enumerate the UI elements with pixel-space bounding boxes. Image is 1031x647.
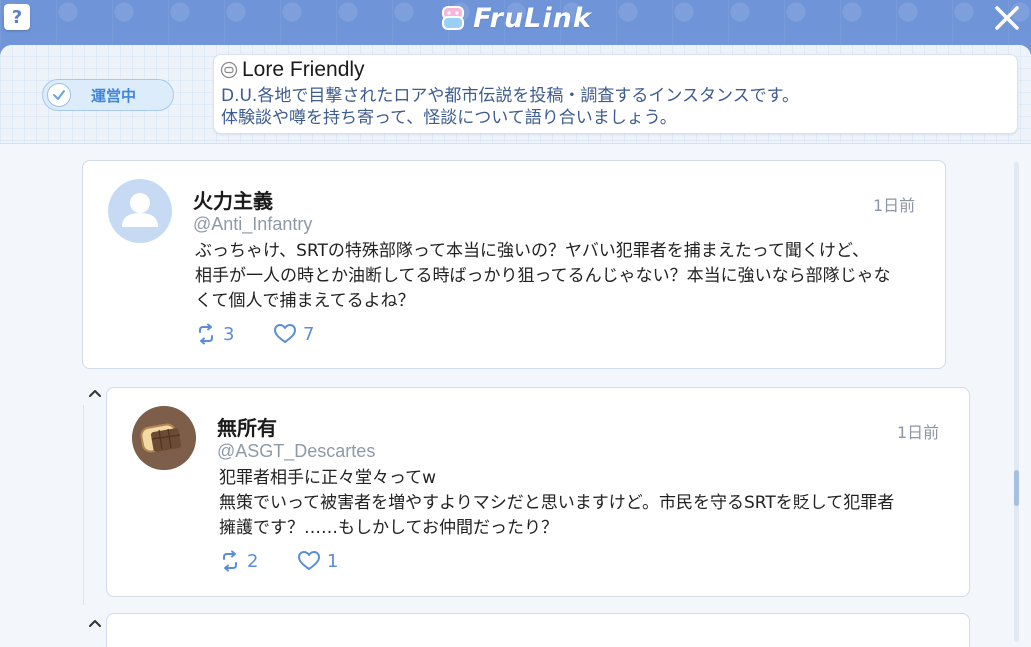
like-button[interactable]: 1 — [297, 550, 338, 572]
avatar[interactable] — [132, 406, 196, 470]
post-body-line: ぶっちゃけ、SRTの特殊部隊って本当に強いの？ヤバい犯罪者を捕まえたって聞くけど… — [195, 241, 870, 261]
post-card[interactable]: 火力主義 @Anti_Infantry 1日前 ぶっちゃけ、SRTの特殊部隊って… — [82, 160, 946, 369]
heart-icon — [298, 551, 320, 570]
chevron-up-icon — [89, 620, 101, 627]
default-user-icon — [122, 193, 158, 227]
post-feed[interactable]: 火力主義 @Anti_Infantry 1日前 ぶっちゃけ、SRTの特殊部隊って… — [0, 143, 1031, 647]
instance-header: 運営中 Lore Friendly D.U.各地で目撃されたロアや都市伝説を投稿… — [0, 45, 1031, 144]
post-time: 1日前 — [873, 196, 916, 215]
scrollbar-thumb[interactable] — [1014, 470, 1019, 506]
avatar[interactable] — [108, 179, 172, 243]
chevron-up-icon — [89, 390, 101, 397]
post-time: 1日前 — [897, 423, 940, 442]
post-body-line: 擁護です？……もしかしてお仲間だったり？ — [219, 518, 558, 538]
avatar-image — [132, 406, 196, 470]
post-body-line: 相手が一人の時とか油断してる時ばっかり狙ってるんじゃない？本当に強いなら部隊じゃ… — [195, 266, 891, 286]
repost-button[interactable]: 3 — [195, 323, 234, 345]
post-body-line: 犯罪者相手に正々堂々ってw — [219, 468, 437, 488]
app-title: FruLink — [473, 2, 592, 34]
status-badge: 運営中 — [42, 79, 174, 111]
repost-icon — [199, 323, 213, 345]
like-button[interactable]: 7 — [273, 323, 314, 345]
post-handle[interactable]: @ASGT_Descartes — [217, 441, 375, 462]
post-handle[interactable]: @Anti_Infantry — [193, 214, 312, 235]
status-label: 運営中 — [91, 86, 137, 105]
collapse-thread-button[interactable] — [86, 386, 104, 400]
check-circle-icon — [47, 83, 71, 107]
close-icon[interactable] — [991, 2, 1023, 34]
post-author[interactable]: 火力主義 — [193, 185, 273, 214]
thread-line — [83, 405, 84, 605]
like-count: 7 — [303, 323, 315, 345]
collapse-thread-button[interactable] — [86, 616, 104, 630]
chat-bubble-icon — [220, 61, 238, 79]
scrollbar-track[interactable] — [1014, 162, 1019, 642]
like-count: 1 — [327, 550, 339, 572]
instance-info-card: Lore Friendly D.U.各地で目撃されたロアや都市伝説を投稿・調査す… — [213, 54, 1018, 134]
app-brand: FruLink — [0, 0, 1031, 36]
instance-desc-line: 体験談や噂を持ち寄って、怪談について語り合いましょう。 — [221, 108, 677, 128]
post-body-line: 無策でいって被害者を増やすよりマシだと思いますけど。市民を守るSRTを貶して犯罪… — [219, 493, 895, 513]
repost-count: 2 — [247, 550, 259, 572]
frulink-logo-icon — [442, 6, 465, 30]
post-body-line: くて個人で捕まえてるよね？ — [195, 291, 415, 311]
repost-count: 3 — [223, 323, 235, 345]
instance-title: Lore Friendly — [242, 58, 365, 81]
repost-icon — [223, 550, 237, 572]
heart-icon — [274, 324, 296, 343]
main-panel: 運営中 Lore Friendly D.U.各地で目撃されたロアや都市伝説を投稿… — [0, 45, 1031, 647]
instance-description: D.U.各地で目撃されたロアや都市伝説を投稿・調査するインスタンスです。 体験談… — [221, 85, 1011, 129]
post-body: ぶっちゃけ、SRTの特殊部隊って本当に強いの？ヤバい犯罪者を捕まえたって聞くけど… — [195, 239, 935, 314]
post-card[interactable] — [106, 613, 970, 647]
repost-button[interactable]: 2 — [219, 550, 258, 572]
post-body: 犯罪者相手に正々堂々ってw 無策でいって被害者を増やすよりマシだと思いますけど。… — [219, 466, 959, 541]
post-author[interactable]: 無所有 — [217, 412, 277, 441]
post-card[interactable]: 無所有 @ASGT_Descartes 1日前 犯罪者相手に正々堂々ってw 無策… — [106, 387, 970, 597]
instance-desc-line: D.U.各地で目撃されたロアや都市伝説を投稿・調査するインスタンスです。 — [221, 86, 799, 106]
